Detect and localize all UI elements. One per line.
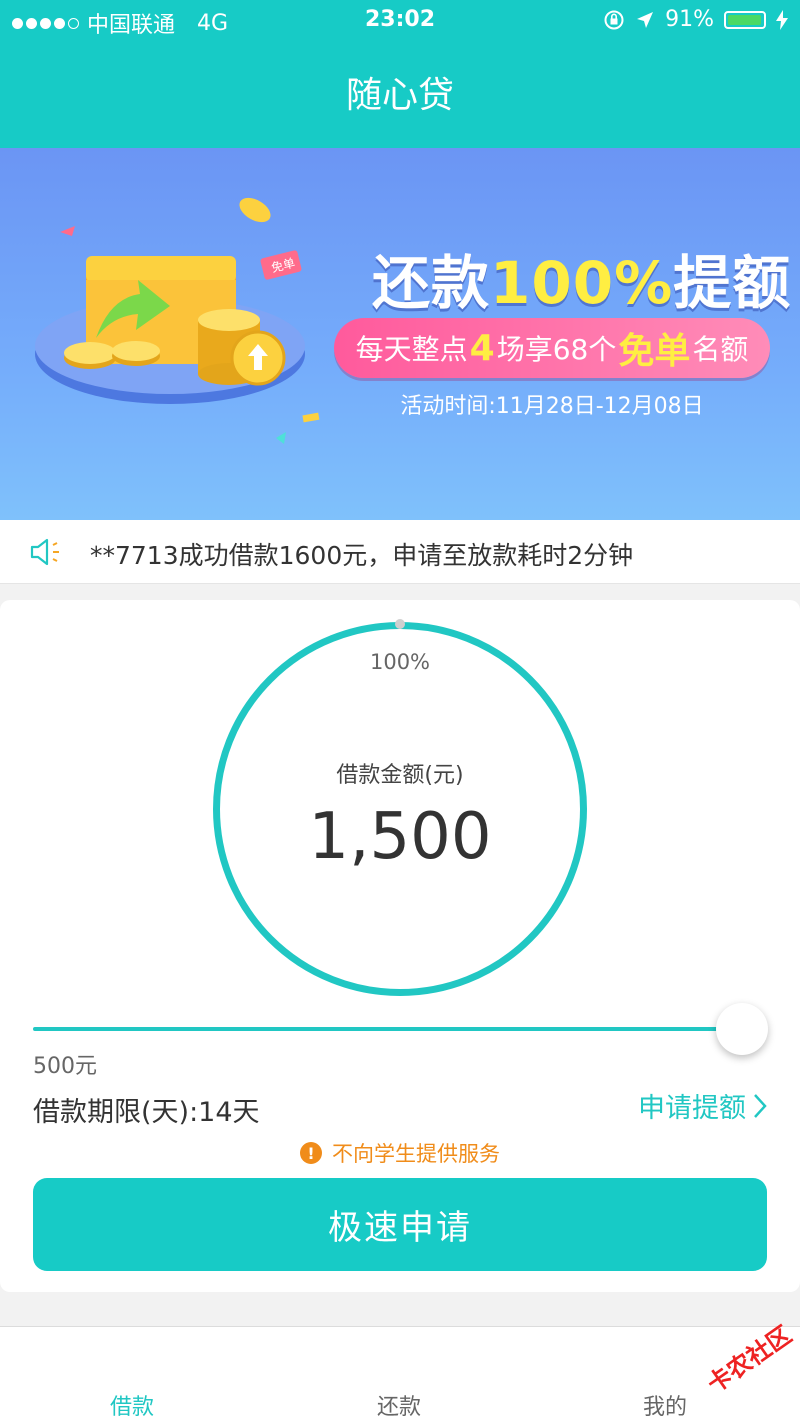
banner-title-part2: 提额 — [673, 249, 792, 317]
exclamation-icon: ! — [300, 1142, 322, 1164]
pill-text-3: 名额 — [692, 333, 749, 366]
min-amount-label: 500元 — [33, 1054, 97, 1079]
pill-free: 免单 — [618, 331, 691, 372]
location-arrow-icon — [637, 11, 654, 28]
banner-promo-pill: 每天整点 4 场享68个 免单 名额 — [334, 318, 770, 378]
battery-percent: 91% — [665, 7, 714, 32]
loan-term: 借款期限(天):14天 — [33, 1097, 260, 1128]
loan-amount-value: 1,500 — [308, 800, 492, 874]
tab-repay[interactable]: 还款 — [377, 1389, 421, 1421]
promo-banner[interactable]: 免单 还款100%提额 每天整点 4 场享68个 免单 名额 活动时间:11月28日-1… — [0, 148, 800, 520]
banner-title-part1: 还款 — [372, 249, 491, 317]
page-title: 随心贷 — [345, 75, 454, 116]
card-coins-illustration: 免单 — [35, 197, 320, 444]
chevron-right-icon — [754, 1093, 767, 1118]
ring-start-marker — [395, 619, 405, 629]
loan-amount-label: 借款金额(元) — [336, 763, 464, 788]
notice-ticker[interactable]: **7713成功借款1600元，申请至放款耗时2分钟 — [0, 520, 800, 584]
pill-text-2: 场享68个 — [496, 333, 617, 366]
warning-text: 不向学生提供服务 — [332, 1142, 500, 1166]
battery-icon — [724, 10, 766, 29]
banner-activity-period: 活动时间:11月28日-12月08日 — [400, 394, 704, 419]
tab-mine[interactable]: 我的 — [643, 1389, 687, 1421]
pill-number: 4 — [469, 327, 495, 369]
apply-button[interactable]: 极速申请 — [33, 1178, 767, 1271]
banner-title-percent: 100% — [490, 249, 674, 317]
rotation-lock-icon — [604, 10, 624, 29]
status-bar: 中国联通 4G 23:02 91% — [0, 0, 800, 44]
nav-bar: 随心贷 — [0, 44, 800, 148]
ring-percent-label: 100% — [369, 650, 431, 674]
student-warning: ! 不向学生提供服务 — [0, 1138, 800, 1168]
status-right: 91% — [603, 7, 788, 32]
raise-limit-label: 申请提额 — [638, 1093, 746, 1124]
amount-slider-thumb[interactable] — [716, 1003, 768, 1055]
tab-borrow[interactable]: 借款 — [110, 1389, 154, 1421]
pill-text-1: 每天整点 — [355, 333, 468, 366]
amount-slider-track[interactable] — [33, 1027, 745, 1031]
banner-headline: 还款100%提额 — [372, 236, 791, 320]
charging-bolt-icon — [776, 9, 788, 30]
tab-bar: 借款 还款 我的 — [0, 1326, 800, 1423]
raise-limit-link[interactable]: 申请提额 — [638, 1086, 768, 1125]
notice-text: **7713成功借款1600元，申请至放款耗时2分钟 — [90, 541, 634, 570]
speaker-icon — [30, 538, 59, 566]
